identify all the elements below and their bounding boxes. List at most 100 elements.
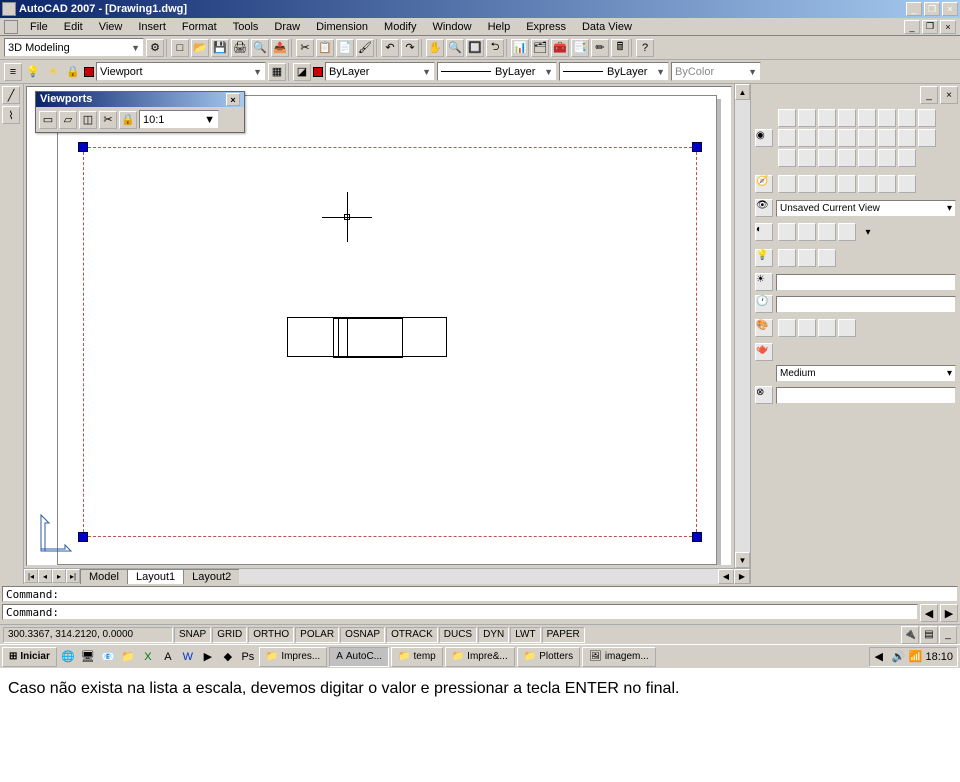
helix-icon[interactable] (918, 109, 936, 127)
toggle-ortho[interactable]: ORTHO (248, 627, 294, 643)
menu-dataview[interactable]: Data View (574, 20, 640, 34)
open-icon[interactable]: 📂 (191, 39, 209, 57)
render-preset-select[interactable]: Medium▾ (776, 365, 956, 382)
dash-close-icon[interactable]: × (940, 86, 958, 104)
doc-close-button[interactable]: × (940, 20, 956, 34)
toggle-snap[interactable]: SNAP (174, 627, 211, 643)
mat4-icon[interactable] (838, 319, 856, 337)
view-panel-icon[interactable]: 👁 (755, 199, 773, 217)
zoom-rt-icon[interactable]: 🔍 (446, 39, 464, 57)
status-tray-icon[interactable]: ▤ (920, 626, 938, 644)
plot-icon[interactable]: 🖨 (231, 39, 249, 57)
line-icon[interactable]: ╱ (2, 86, 20, 104)
vs-expand-icon[interactable]: ▾ (861, 227, 875, 238)
ql-ps-icon[interactable]: Ps (239, 648, 257, 666)
vs-panel-icon[interactable]: ◐ (755, 223, 773, 241)
ql-outlook-icon[interactable]: 📧 (99, 648, 117, 666)
markup-icon[interactable]: ✏ (591, 39, 609, 57)
output-slider[interactable] (776, 387, 956, 404)
toggle-paper[interactable]: PAPER (542, 627, 585, 643)
toggle-otrack[interactable]: OTRACK (386, 627, 438, 643)
tab-last-icon[interactable]: ▸| (66, 569, 80, 583)
restore-button[interactable]: ❐ (924, 2, 940, 16)
task-autocad[interactable]: AAutoC... (329, 647, 389, 667)
hscroll-track[interactable] (239, 569, 718, 584)
match-icon[interactable]: 🖌 (356, 39, 374, 57)
cyl-icon[interactable] (858, 109, 876, 127)
tab-layout2[interactable]: Layout2 (183, 569, 240, 584)
sweep-icon[interactable] (838, 129, 856, 147)
grip-br[interactable] (692, 532, 702, 542)
vp-object-icon[interactable]: ◫ (79, 111, 97, 129)
layer-state-icon[interactable]: ▦ (268, 63, 286, 81)
doc-minimize-button[interactable]: _ (904, 20, 920, 34)
output-panel-icon[interactable]: ⊗ (755, 386, 773, 404)
mat1-icon[interactable] (778, 319, 796, 337)
viewports-toolbar[interactable]: Viewports× ▭ ▱ ◫ ✂ 🔒 10:1▼ (35, 91, 245, 133)
viewport-scale-input[interactable]: 10:1▼ (139, 110, 219, 129)
plotstyle-select[interactable]: ByColor▼ (671, 62, 761, 81)
ql-word-icon[interactable]: W (179, 648, 197, 666)
tray-icon-1[interactable]: ◀ (874, 650, 888, 664)
help-icon[interactable]: ? (636, 39, 654, 57)
viewports-close-icon[interactable]: × (226, 93, 240, 106)
scroll-left-icon[interactable]: ◀ (718, 569, 734, 584)
save-icon[interactable]: 💾 (211, 39, 229, 57)
sun-icon[interactable]: ☀ (44, 63, 62, 81)
walk-icon[interactable] (818, 175, 836, 193)
sun-slider[interactable] (776, 274, 956, 291)
union-icon[interactable] (878, 129, 896, 147)
anim-icon[interactable] (878, 175, 896, 193)
scroll-up-icon[interactable]: ▲ (735, 84, 750, 100)
vp-clip-icon[interactable]: ✂ (99, 111, 117, 129)
ssm-icon[interactable]: 📑 (571, 39, 589, 57)
cmd-scroll-right-icon[interactable]: ▶ (940, 604, 958, 622)
lineweight-select[interactable]: ByLayer▼ (559, 62, 669, 81)
new-icon[interactable]: □ (171, 39, 189, 57)
tray-net-icon[interactable]: 📶 (908, 650, 922, 664)
drawn-object[interactable] (287, 317, 447, 357)
sunlight-icon[interactable] (778, 249, 796, 267)
close-button[interactable]: × (942, 2, 958, 16)
nav-panel-icon[interactable]: 🧭 (755, 175, 773, 193)
publish-icon[interactable]: 📤 (271, 39, 289, 57)
mat2-icon[interactable] (798, 319, 816, 337)
vp-poly-icon[interactable]: ▱ (59, 111, 77, 129)
toggle-polar[interactable]: POLAR (295, 627, 339, 643)
undo-icon[interactable]: ↶ (381, 39, 399, 57)
copy-icon[interactable]: 📋 (316, 39, 334, 57)
revolve-icon[interactable] (818, 129, 836, 147)
imprint-icon[interactable] (818, 149, 836, 167)
toggle-dyn[interactable]: DYN (478, 627, 509, 643)
menu-format[interactable]: Format (174, 20, 225, 34)
menu-insert[interactable]: Insert (130, 20, 174, 34)
drawing-canvas[interactable]: Viewports× ▭ ▱ ◫ ✂ 🔒 10:1▼ (26, 86, 732, 566)
vs3-icon[interactable] (818, 223, 836, 241)
menu-modify[interactable]: Modify (376, 20, 424, 34)
system-tray[interactable]: ◀ 🔊 📶 18:10 (869, 647, 958, 667)
vs2-icon[interactable] (798, 223, 816, 241)
linetype-select[interactable]: ByLayer▼ (437, 62, 557, 81)
minimize-button[interactable]: _ (906, 2, 922, 16)
toggle-osnap[interactable]: OSNAP (340, 627, 385, 643)
torus-icon[interactable] (878, 109, 896, 127)
swivel-icon[interactable] (798, 175, 816, 193)
pan-icon[interactable]: ✋ (426, 39, 444, 57)
grip-tl[interactable] (78, 142, 88, 152)
cut-icon[interactable]: ✂ (296, 39, 314, 57)
viewports-title-bar[interactable]: Viewports× (36, 92, 244, 107)
zoom-win-icon[interactable]: 🔲 (466, 39, 484, 57)
loft-icon[interactable] (858, 129, 876, 147)
task-impres[interactable]: 📁Impres... (259, 647, 327, 667)
tab-next-icon[interactable]: ▸ (52, 569, 66, 583)
fly-icon[interactable] (838, 175, 856, 193)
doc-restore-button[interactable]: ❐ (922, 20, 938, 34)
time-slider[interactable] (776, 296, 956, 313)
pointlight-icon[interactable] (818, 249, 836, 267)
extrude-icon[interactable] (778, 129, 796, 147)
layer-select[interactable]: Viewport▼ (96, 62, 266, 81)
menu-tools[interactable]: Tools (225, 20, 267, 34)
cam-icon[interactable] (858, 175, 876, 193)
zoom-prev-icon[interactable]: ⮌ (486, 39, 504, 57)
layer-props-icon[interactable]: ≡ (4, 63, 22, 81)
